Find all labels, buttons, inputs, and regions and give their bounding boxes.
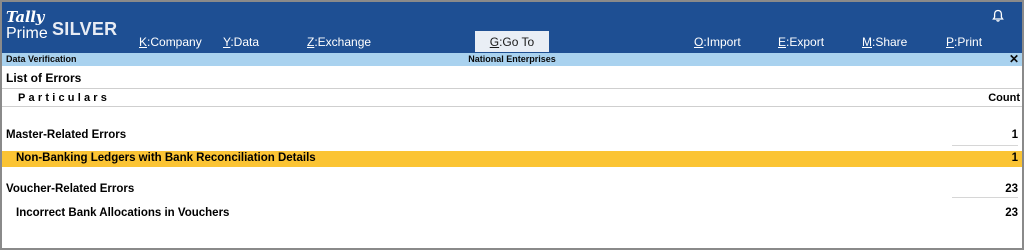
menu-print-label: :Print (954, 35, 983, 49)
close-icon[interactable]: ✕ (1009, 52, 1019, 66)
company-name: National Enterprises (468, 54, 556, 64)
menu-export-label: :Export (786, 35, 825, 49)
logo-tally-text: Tally (6, 8, 45, 26)
menu-goto-button[interactable]: G:Go To (475, 31, 549, 52)
error-group-voucher[interactable]: Voucher-Related Errors 23 (2, 182, 1022, 198)
menu-share-key: M (862, 35, 872, 49)
tally-window: Tally Prime SILVER K:Company Y:Data Z:Ex… (0, 0, 1024, 250)
divider (2, 106, 1022, 107)
menu-print-key: P (946, 35, 955, 49)
row-count: 1 (1011, 129, 1018, 141)
row-label: Voucher-Related Errors (6, 183, 135, 195)
error-item-incorrect-bank-allocations[interactable]: Incorrect Bank Allocations in Vouchers 2… (2, 206, 1022, 222)
error-item-non-banking-ledgers[interactable]: Non-Banking Ledgers with Bank Reconcilia… (2, 151, 1022, 167)
top-menu-bar: Tally Prime SILVER K:Company Y:Data Z:Ex… (2, 2, 1022, 53)
menu-share-label: :Share (872, 35, 908, 49)
menu-data-label: :Data (230, 35, 260, 49)
row-count: 1 (1011, 152, 1018, 164)
menu-goto-label: :Go To (499, 35, 535, 49)
menu-export-key: E (778, 35, 787, 49)
row-count: 23 (1005, 183, 1018, 195)
menu-exchange-label: :Exchange (314, 35, 372, 49)
menu-share[interactable]: M:Share (862, 35, 907, 49)
column-header-count: Count (988, 92, 1020, 104)
menu-export[interactable]: E:Export (778, 35, 824, 49)
menu-exchange[interactable]: Z:Exchange (307, 35, 371, 49)
report-title: List of Errors (6, 71, 82, 85)
row-label: Incorrect Bank Allocations in Vouchers (16, 207, 230, 219)
row-count: 23 (1005, 207, 1018, 219)
menu-import-key: O (694, 35, 704, 49)
column-header-particulars: Particulars (18, 92, 111, 104)
menu-data[interactable]: Y:Data (223, 35, 259, 49)
menu-import-label: :Import (703, 35, 741, 49)
menu-print[interactable]: P:Print (946, 35, 982, 49)
logo-edition-text: SILVER (52, 19, 118, 39)
count-divider (952, 197, 1018, 198)
divider (2, 88, 1022, 89)
row-label: Non-Banking Ledgers with Bank Reconcilia… (16, 152, 316, 164)
bell-icon[interactable] (991, 9, 1005, 23)
menu-company-key: K (139, 35, 148, 49)
menu-company-label: :Company (147, 35, 202, 49)
count-divider (952, 145, 1018, 146)
screen-title-bar: Data Verification National Enterprises ✕ (2, 52, 1022, 66)
logo-prime-text: Prime (6, 25, 48, 42)
row-label: Master-Related Errors (6, 129, 127, 141)
menu-import[interactable]: O:Import (694, 35, 741, 49)
error-group-master[interactable]: Master-Related Errors 1 (2, 128, 1022, 144)
menu-company[interactable]: K:Company (139, 35, 202, 49)
menu-goto-key: G (489, 35, 500, 49)
